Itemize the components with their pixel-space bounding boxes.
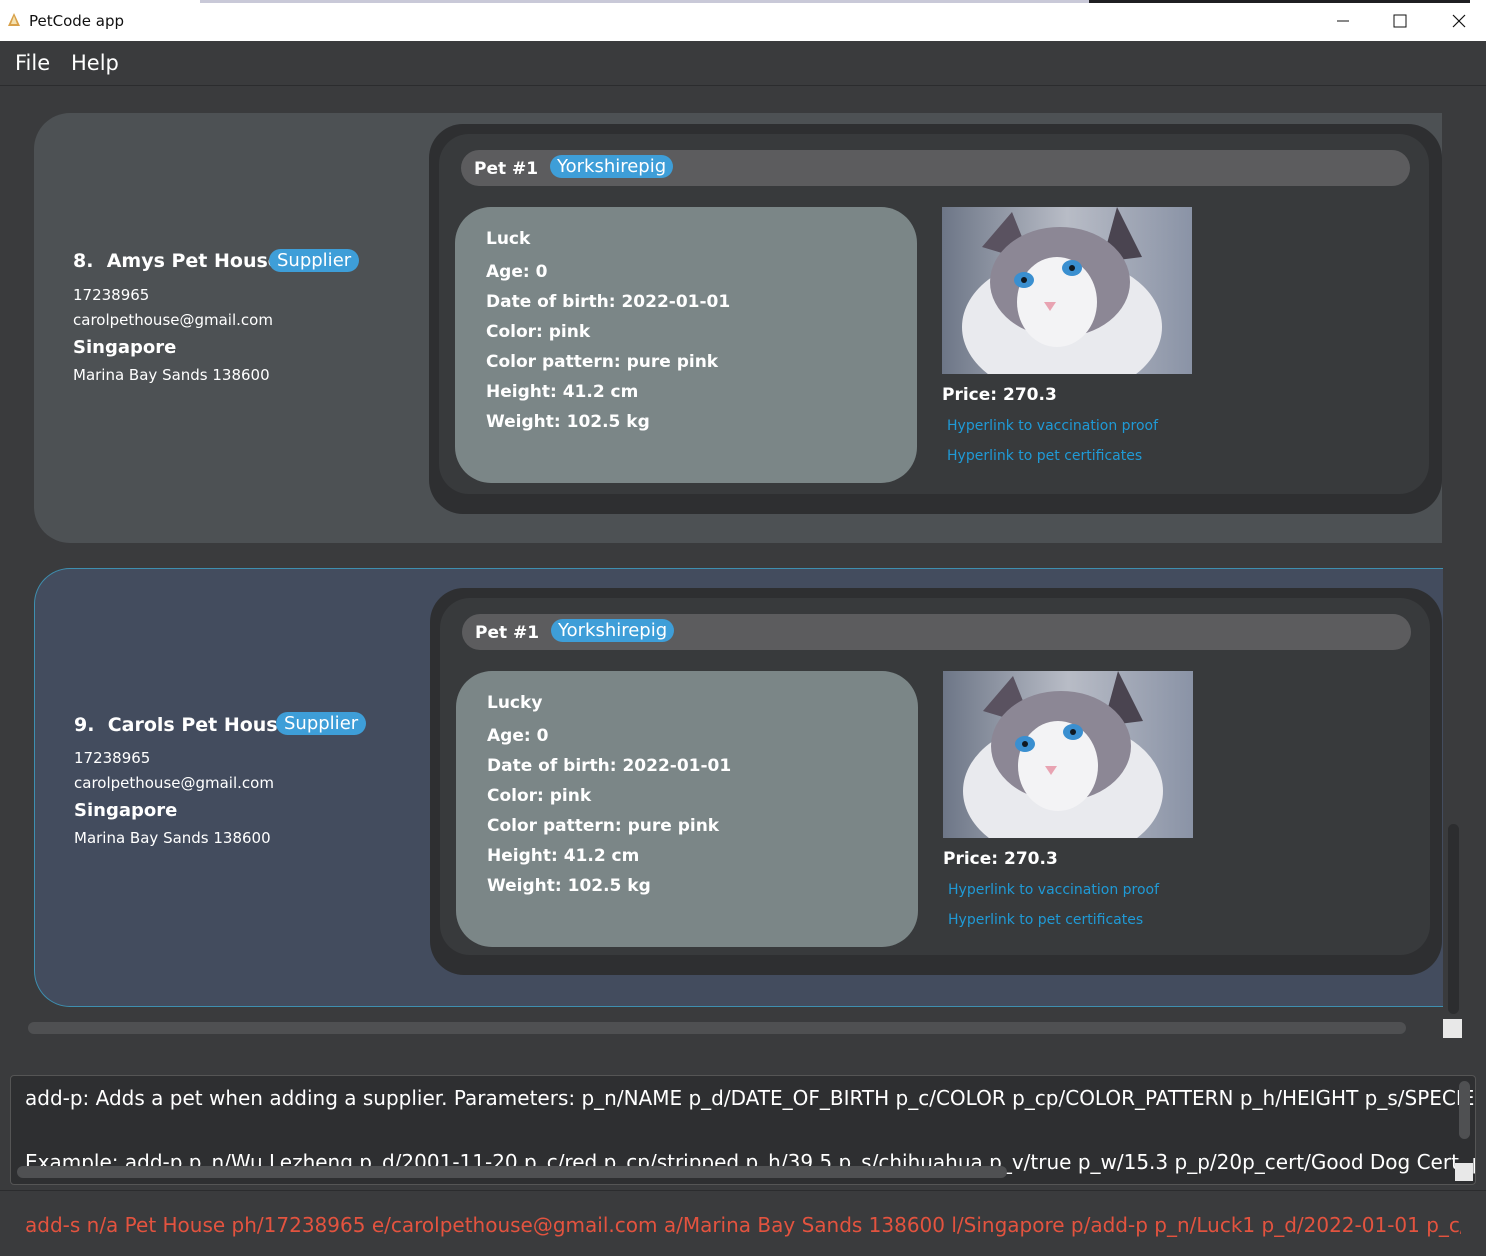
pet-species-tag: Yorkshirepig xyxy=(551,619,675,642)
title-bar-accent xyxy=(200,0,1470,3)
menu-bar: File Help xyxy=(0,41,1486,86)
close-button[interactable] xyxy=(1444,8,1474,34)
pet-height: Height: 41.2 cm xyxy=(487,846,640,866)
cat-photo xyxy=(942,207,1192,374)
pet-header: Pet #1 Yorkshirepig xyxy=(462,614,1411,650)
pet-name: Luck xyxy=(486,229,531,249)
certificates-link[interactable]: Hyperlink to pet certificates xyxy=(947,448,1142,464)
supplier-phone: 17238965 xyxy=(74,749,151,767)
supplier-address: Marina Bay Sands 138600 xyxy=(73,366,270,384)
certificates-link[interactable]: Hyperlink to pet certificates xyxy=(948,912,1143,928)
supplier-email: carolpethouse@gmail.com xyxy=(73,311,273,329)
pet-dob: Date of birth: 2022-01-01 xyxy=(487,756,732,776)
pet-header: Pet #1 Yorkshirepig xyxy=(461,150,1410,186)
supplier-tag: Supplier xyxy=(276,712,367,735)
pet-price: Price: 270.3 xyxy=(943,849,1058,869)
pet-age: Age: 0 xyxy=(486,262,548,282)
pet-weight: Weight: 102.5 kg xyxy=(487,876,651,896)
pet-dob: Date of birth: 2022-01-01 xyxy=(486,292,731,312)
result-text-line1: add-p: Adds a pet when adding a supplier… xyxy=(25,1086,1476,1110)
list-horizontal-scroll-thumb[interactable] xyxy=(28,1022,1406,1034)
pet-price: Price: 270.3 xyxy=(942,385,1057,405)
pet-card: Pet #1 Yorkshirepig Luck Age: 0 Date of … xyxy=(429,124,1442,514)
maximize-icon xyxy=(1393,14,1407,28)
supplier-card-selected[interactable]: 9. Carols Pet House Supplier 17238965 ca… xyxy=(34,568,1443,1007)
supplier-email: carolpethouse@gmail.com xyxy=(74,774,274,792)
minimize-icon xyxy=(1337,20,1349,22)
maximize-button[interactable] xyxy=(1385,8,1415,34)
pet-number: Pet #1 xyxy=(475,623,540,643)
pet-color-pattern: Color pattern: pure pink xyxy=(486,352,719,372)
vaccination-link[interactable]: Hyperlink to vaccination proof xyxy=(948,882,1159,898)
pet-name: Lucky xyxy=(487,693,543,713)
pet-color: Color: pink xyxy=(486,322,591,342)
command-box[interactable]: add-s n/a Pet House ph/17238965 e/carolp… xyxy=(0,1190,1486,1256)
supplier-name: 8. Amys Pet House xyxy=(73,250,281,272)
menu-help[interactable]: Help xyxy=(71,51,119,75)
supplier-tag: Supplier xyxy=(269,249,360,272)
pet-height: Height: 41.2 cm xyxy=(486,382,639,402)
pet-species-tag: Yorkshirepig xyxy=(550,155,674,178)
title-bar: PetCode app xyxy=(0,0,1486,41)
supplier-location: Singapore xyxy=(73,337,177,358)
vaccination-link[interactable]: Hyperlink to vaccination proof xyxy=(947,418,1158,434)
supplier-card[interactable]: 8. Amys Pet House Supplier 17238965 caro… xyxy=(34,113,1442,543)
result-horizontal-scroll-thumb[interactable] xyxy=(17,1166,1007,1178)
pet-color: Color: pink xyxy=(487,786,592,806)
scroll-corner xyxy=(1443,1019,1462,1038)
result-vertical-scroll-thumb[interactable] xyxy=(1459,1081,1470,1139)
result-scroll-corner xyxy=(1455,1163,1473,1181)
supplier-index: 9. xyxy=(74,714,95,736)
cat-photo xyxy=(943,671,1193,838)
command-input[interactable]: add-s n/a Pet House ph/17238965 e/carolp… xyxy=(25,1213,1461,1237)
minimize-button[interactable] xyxy=(1327,8,1357,34)
supplier-phone: 17238965 xyxy=(73,286,150,304)
pet-info-box: Lucky Age: 0 Date of birth: 2022-01-01 C… xyxy=(456,671,918,947)
supplier-location: Singapore xyxy=(74,800,178,821)
pet-age: Age: 0 xyxy=(487,726,549,746)
menu-file[interactable]: File xyxy=(15,51,50,75)
result-display[interactable]: add-p: Adds a pet when adding a supplier… xyxy=(10,1075,1476,1185)
pet-color-pattern: Color pattern: pure pink xyxy=(487,816,720,836)
supplier-index: 8. xyxy=(73,250,94,272)
window-title: PetCode app xyxy=(29,12,125,30)
supplier-name: 9. Carols Pet House xyxy=(74,714,291,736)
list-vertical-scroll-thumb[interactable] xyxy=(1448,824,1459,1014)
app-icon xyxy=(8,13,20,26)
supplier-address: Marina Bay Sands 138600 xyxy=(74,829,271,847)
pet-info-box: Luck Age: 0 Date of birth: 2022-01-01 Co… xyxy=(455,207,917,483)
pet-number: Pet #1 xyxy=(474,159,539,179)
pet-card: Pet #1 Yorkshirepig Lucky Age: 0 Date of… xyxy=(430,588,1442,975)
pet-weight: Weight: 102.5 kg xyxy=(486,412,650,432)
supplier-name-text: Amys Pet House xyxy=(106,250,281,272)
close-icon xyxy=(1452,14,1466,28)
supplier-name-text: Carols Pet House xyxy=(107,714,291,736)
